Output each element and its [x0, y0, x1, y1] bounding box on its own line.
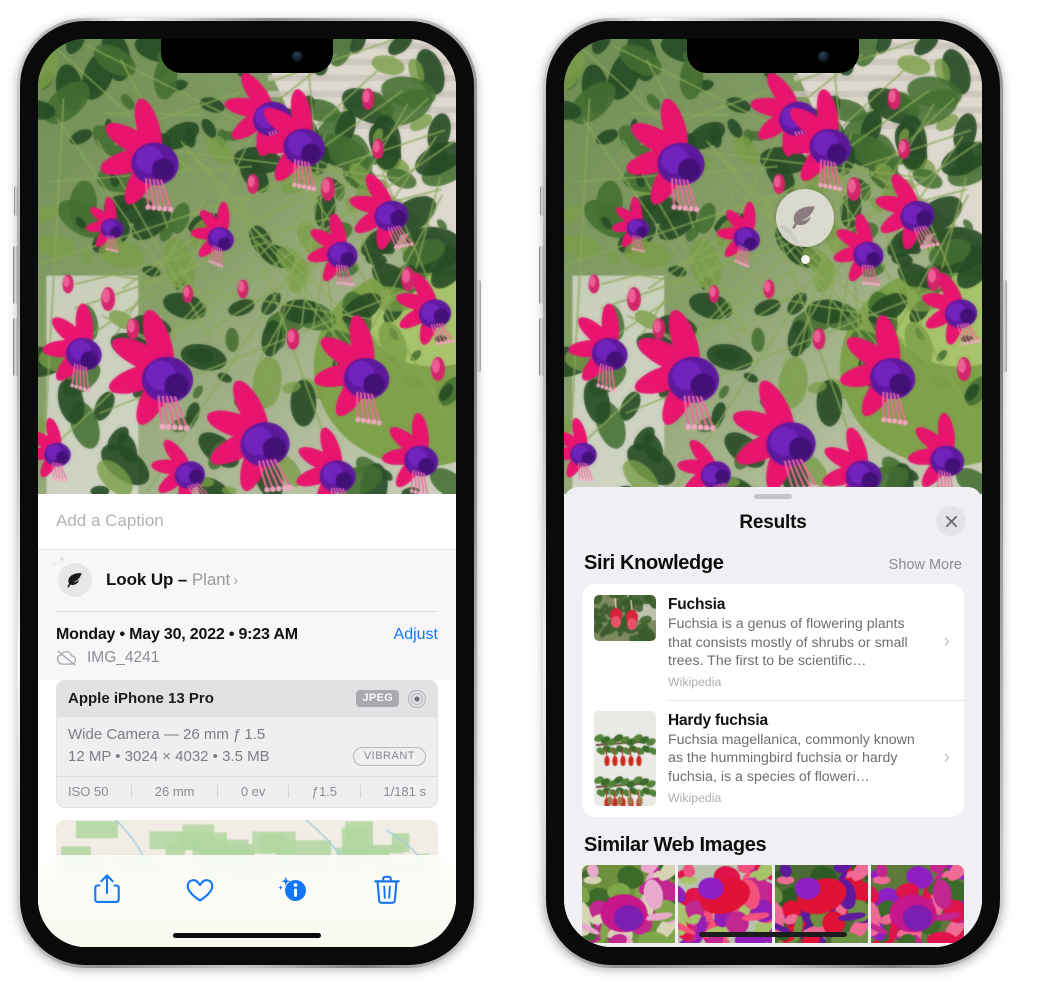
notch — [161, 39, 333, 73]
divider — [288, 784, 290, 798]
heart-icon[interactable] — [182, 871, 218, 907]
camera-model: Apple iPhone 13 Pro — [68, 690, 214, 707]
phone-right: Results Siri Knowledge Show More Fuchsia… — [539, 18, 1007, 968]
hdr-target-icon — [407, 689, 427, 708]
photo-info-sheet: Add a Caption Look Up – Plant › Monday •… — [38, 494, 456, 947]
fuchsia-photo[interactable] — [38, 39, 456, 494]
exif-aperture: ƒ1.5 — [311, 783, 338, 799]
photo-viewer[interactable] — [38, 39, 456, 494]
web-image-1[interactable] — [582, 864, 676, 943]
capture-date: Monday • May 30, 2022 • 9:23 AM — [56, 625, 298, 643]
result-title: Hardy fuchsia — [668, 711, 768, 729]
exif-exposure: 0 ev — [240, 783, 266, 799]
result-body: Hardy fuchsia Fuchsia magellanica, commo… — [668, 711, 932, 805]
result-body: Fuchsia Fuchsia is a genus of flowering … — [668, 595, 932, 689]
exif-row: ISO 50 26 mm 0 ev ƒ1.5 1/181 s — [57, 775, 437, 807]
fuchsia-photo[interactable] — [564, 39, 982, 494]
list-item[interactable]: Hardy fuchsia Fuchsia magellanica, commo… — [582, 699, 964, 817]
siri-knowledge-header: Siri Knowledge Show More — [564, 548, 982, 584]
home-indicator[interactable] — [173, 933, 321, 938]
lens-line: Wide Camera — 26 mm ƒ 1.5 — [68, 725, 266, 743]
share-icon[interactable] — [89, 871, 125, 907]
exif-shutter: 1/181 s — [383, 783, 426, 799]
screenshot-root: Add a Caption Look Up – Plant › Monday •… — [0, 0, 1055, 985]
divider — [217, 784, 219, 798]
volume-down-button[interactable] — [539, 318, 544, 376]
lookup-subject: Plant — [191, 570, 231, 589]
phone-screen-right: Results Siri Knowledge Show More Fuchsia… — [564, 39, 982, 947]
front-camera-icon — [818, 51, 829, 62]
trash-icon[interactable] — [369, 871, 405, 907]
result-title: Fuchsia — [668, 596, 726, 613]
result-source: Wikipedia — [668, 790, 722, 805]
format-badge: JPEG — [356, 690, 399, 707]
thumbnail-canvas — [594, 595, 656, 641]
sparkle-icon — [52, 555, 66, 567]
result-description: Fuchsia magellanica, commonly known as t… — [668, 731, 915, 785]
divider — [359, 784, 361, 798]
result-thumbnail — [594, 710, 656, 806]
phone-screen-left: Add a Caption Look Up – Plant › Monday •… — [38, 39, 456, 947]
result-thumbnail — [594, 595, 656, 641]
adjust-button[interactable]: Adjust — [394, 626, 438, 644]
info-sparkle-icon[interactable] — [276, 871, 312, 907]
lookup-section: Look Up – Plant › — [38, 550, 456, 611]
size-line-row: 12 MP • 3024 × 4032 • 3.5 MB VIBRANT — [68, 745, 426, 768]
caption-input[interactable]: Add a Caption — [38, 494, 456, 550]
section-title: Similar Web Images — [584, 833, 767, 856]
result-source: Wikipedia — [668, 674, 722, 689]
lookup-row[interactable]: Look Up – Plant › — [38, 550, 456, 611]
lookup-icon-wrap — [52, 555, 92, 597]
similar-web-images-header: Similar Web Images — [564, 817, 982, 865]
size-line: 12 MP • 3024 × 4032 • 3.5 MB — [68, 747, 270, 765]
date-row: Monday • May 30, 2022 • 9:23 AM Adjust — [56, 612, 438, 646]
photo-toolbar — [38, 855, 456, 947]
close-button[interactable] — [936, 506, 966, 536]
section-title: Siri Knowledge — [584, 552, 724, 574]
volume-down-button[interactable] — [13, 318, 18, 376]
exif-iso: ISO 50 — [68, 783, 109, 799]
visual-lookup-anchor-dot — [801, 255, 810, 264]
metadata-section: Monday • May 30, 2022 • 9:23 AM Adjust I… — [38, 611, 456, 680]
volume-up-button[interactable] — [13, 246, 18, 304]
icloud-slash-icon — [56, 650, 77, 666]
list-item[interactable]: Fuchsia Fuchsia is a genus of flowering … — [582, 584, 964, 700]
camera-card-header: Apple iPhone 13 Pro JPEG — [57, 680, 437, 717]
photo-viewer[interactable] — [564, 39, 982, 494]
lookup-label: Look Up – Plant › — [106, 570, 238, 590]
page-title: Results — [739, 512, 807, 533]
leaf-icon — [792, 206, 817, 229]
visual-lookup-leaf-badge[interactable] — [776, 189, 834, 247]
show-more-button[interactable]: Show More — [889, 557, 962, 573]
front-camera-icon — [292, 51, 303, 62]
home-indicator[interactable] — [699, 932, 847, 937]
web-image-4[interactable] — [870, 864, 964, 943]
chevron-right-icon: › — [233, 572, 239, 589]
camera-badges: JPEG — [356, 689, 427, 709]
camera-card-body: Wide Camera — 26 mm ƒ 1.5 12 MP • 3024 ×… — [57, 717, 437, 776]
filename-label: IMG_4241 — [87, 648, 160, 666]
thumbnail-canvas — [594, 710, 656, 806]
lookup-prefix: Look Up – — [106, 570, 192, 589]
chevron-right-icon: › — [943, 630, 950, 652]
power-button[interactable] — [1002, 280, 1007, 372]
photo-style-badge: VIBRANT — [352, 746, 426, 766]
exif-focal: 26 mm — [154, 783, 195, 799]
close-icon — [945, 515, 957, 527]
results-sheet: Results Siri Knowledge Show More Fuchsia… — [564, 487, 982, 947]
filename-row: IMG_4241 — [56, 646, 438, 680]
camera-info-card[interactable]: Apple iPhone 13 Pro JPEG Wide Camera — 2… — [56, 679, 438, 808]
chevron-right-icon: › — [943, 747, 950, 769]
divider — [131, 784, 133, 798]
phone-left: Add a Caption Look Up – Plant › Monday •… — [13, 18, 481, 968]
results-header: Results — [564, 499, 982, 548]
mute-switch[interactable] — [540, 186, 544, 216]
siri-knowledge-list: Fuchsia Fuchsia is a genus of flowering … — [582, 584, 964, 817]
notch — [687, 39, 859, 73]
volume-up-button[interactable] — [539, 246, 544, 304]
mute-switch[interactable] — [14, 186, 18, 216]
result-description: Fuchsia is a genus of flowering plants t… — [668, 616, 908, 670]
power-button[interactable] — [476, 280, 481, 372]
